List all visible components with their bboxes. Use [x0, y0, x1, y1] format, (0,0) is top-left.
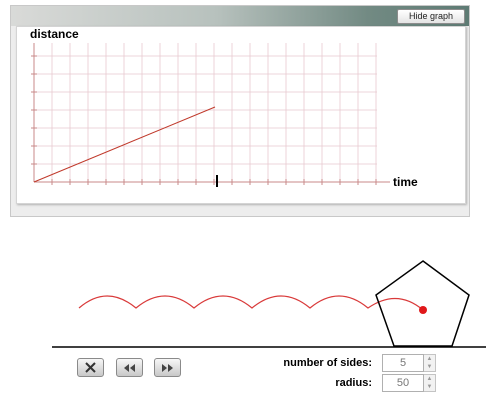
- fast-forward-button[interactable]: [154, 358, 181, 377]
- radius-stepper[interactable]: ▲ ▼: [382, 374, 438, 392]
- graph-panel: distance time: [16, 26, 466, 204]
- rewind-button[interactable]: [116, 358, 143, 377]
- sides-stepper[interactable]: ▲ ▼: [382, 354, 438, 372]
- simulation-area: [52, 260, 486, 348]
- radius-label: radius:: [335, 377, 372, 389]
- cycloid-trace: [78, 295, 424, 311]
- trace-marker: [419, 306, 427, 314]
- reset-button[interactable]: [77, 358, 104, 377]
- radius-input[interactable]: [382, 374, 424, 392]
- fast-forward-icon: [162, 364, 173, 372]
- radius-stepper-arrows: ▲ ▼: [424, 374, 436, 392]
- sides-input[interactable]: [382, 354, 424, 372]
- chevron-down-icon[interactable]: ▼: [424, 383, 435, 391]
- sides-stepper-arrows: ▲ ▼: [424, 354, 436, 372]
- rolling-pentagon: [375, 260, 470, 347]
- distance-line: [33, 106, 216, 183]
- distance-time-graph: distance time: [30, 27, 418, 189]
- rewind-icon: [124, 364, 135, 372]
- graph-window: Hide graph distance time: [10, 5, 470, 217]
- chevron-up-icon[interactable]: ▲: [424, 355, 435, 363]
- close-x-icon: [85, 362, 96, 373]
- y-axis-label: distance: [30, 27, 79, 41]
- chevron-up-icon[interactable]: ▲: [424, 375, 435, 383]
- sides-label: number of sides:: [283, 357, 372, 369]
- x-axis-label: time: [393, 175, 418, 189]
- chevron-down-icon[interactable]: ▼: [424, 363, 435, 371]
- hide-graph-button[interactable]: Hide graph: [397, 9, 465, 24]
- graph-titlebar: Hide graph: [11, 6, 469, 26]
